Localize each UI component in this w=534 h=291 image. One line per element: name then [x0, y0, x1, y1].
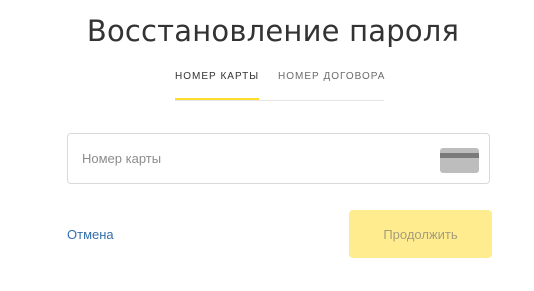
page-title: Восстановление пароля: [86, 14, 460, 48]
continue-button[interactable]: Продолжить: [349, 210, 492, 258]
active-tab-indicator: [175, 98, 259, 100]
cancel-link[interactable]: Отмена: [67, 226, 114, 244]
password-recovery-page: Восстановление пароля НОМЕР КАРТЫ НОМЕР …: [0, 0, 534, 291]
recovery-method-tabs: НОМЕР КАРТЫ НОМЕР ДОГОВОРА: [175, 62, 384, 101]
card-number-input[interactable]: [82, 134, 422, 183]
tab-card-number-label: НОМЕР КАРТЫ: [175, 71, 260, 82]
tab-contract-number-label: НОМЕР ДОГОВОРА: [278, 71, 386, 82]
credit-card-icon: [440, 148, 479, 173]
card-number-field: [67, 133, 490, 184]
tab-card-number[interactable]: НОМЕР КАРТЫ: [175, 62, 260, 100]
card-magnetic-stripe: [440, 153, 479, 158]
tab-contract-number[interactable]: НОМЕР ДОГОВОРА: [278, 62, 384, 99]
